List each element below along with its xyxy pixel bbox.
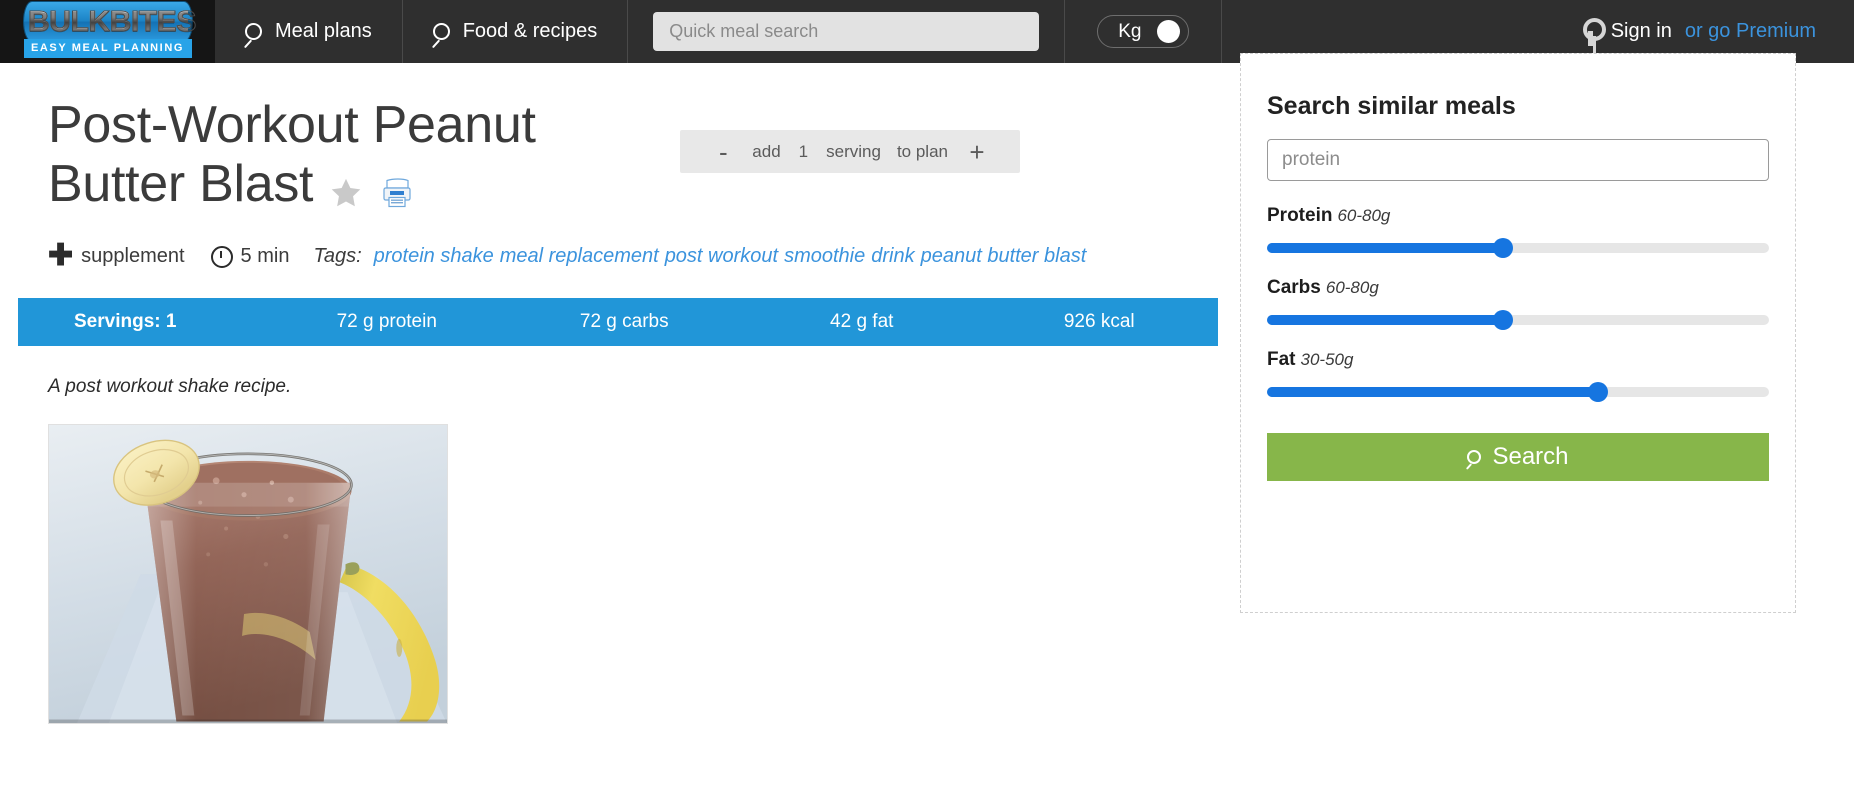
search-icon — [1467, 450, 1482, 464]
similar-meals-query-input[interactable] — [1267, 139, 1769, 181]
slider-track[interactable] — [1267, 238, 1769, 258]
slider-name: Fat — [1267, 349, 1296, 370]
quick-search-container — [628, 0, 1066, 63]
recipe-photo-image — [49, 424, 447, 723]
logo-tagline: EASY MEAL PLANNING — [23, 39, 192, 58]
nutrition-protein: 72 g protein — [336, 310, 437, 332]
slider-name: Carbs — [1267, 277, 1321, 298]
recipe-category: supplement — [81, 245, 185, 267]
page-body: Post-Workout Peanut Butter Blast - add 1… — [0, 53, 1854, 787]
unit-toggle[interactable]: Kg — [1097, 15, 1190, 48]
nutrition-servings: Servings: 1 — [74, 310, 177, 332]
nutrition-fat: 42 g fat — [830, 310, 894, 332]
print-icon[interactable] — [381, 178, 413, 208]
slider-group-fat: Fat 30-50g — [1267, 349, 1769, 402]
serving-to-plan-label: to plan — [896, 141, 948, 161]
slider-label: Fat 30-50g — [1267, 349, 1769, 371]
nav-item-meal-plans[interactable]: Meal plans — [215, 0, 403, 63]
slider-range: 60-80g — [1325, 278, 1379, 297]
decrease-serving-button[interactable]: - — [702, 139, 744, 165]
slider-knob[interactable] — [1588, 382, 1609, 402]
recipe-meta-row: ✚ supplement 5 min Tags: protein shake me… — [0, 214, 1238, 272]
serving-count[interactable]: 1 — [789, 142, 818, 162]
title-row: Post-Workout Peanut Butter Blast - add 1… — [0, 63, 1238, 214]
quick-search-input[interactable] — [653, 12, 1040, 51]
slider-range: 30-50g — [1300, 350, 1354, 369]
tag-link[interactable]: post workout — [665, 245, 778, 267]
nav-item-label: Meal plans — [275, 20, 372, 42]
slider-fill — [1267, 243, 1503, 253]
increase-serving-button[interactable]: + — [956, 139, 998, 165]
recipe-photo — [48, 423, 448, 724]
slider-knob[interactable] — [1492, 238, 1513, 258]
slider-group-carbs: Carbs 60-80g — [1267, 277, 1769, 330]
similar-meals-panel: Search similar meals Protein60-80gCarbs6… — [1240, 53, 1796, 613]
search-icon — [245, 23, 262, 40]
nav-item-label: Food & recipes — [462, 20, 598, 42]
similar-meals-search-button[interactable]: Search — [1267, 433, 1769, 481]
nav-item-food-recipes[interactable]: Food & recipes — [403, 0, 629, 63]
main-content-column: Post-Workout Peanut Butter Blast - add 1… — [0, 63, 1238, 724]
unit-toggle-container: Kg — [1065, 0, 1223, 63]
plus-icon: ✚ — [48, 238, 74, 272]
sign-in-link[interactable]: Sign in — [1611, 20, 1672, 43]
slider-label: Protein 60-80g — [1267, 205, 1769, 227]
serving-unit-label: serving — [826, 141, 881, 161]
slider-label: Carbs 60-80g — [1267, 277, 1769, 299]
tag-link[interactable]: meal replacement — [500, 245, 659, 267]
clock-icon — [210, 245, 233, 268]
serving-add-label: add — [752, 141, 781, 161]
search-button-label: Search — [1492, 443, 1569, 470]
key-icon — [1582, 17, 1606, 46]
site-logo[interactable]: BULKBITES EASY MEAL PLANNING — [0, 0, 215, 63]
slider-range: 60-80g — [1337, 206, 1391, 225]
tag-link[interactable]: protein shake — [374, 245, 494, 267]
macro-sliders: Protein 60-80g Carbs 60-80g Fat 30-50g — [1267, 205, 1769, 402]
nutrition-summary-bar: Servings: 1 72 g protein 72 g carbs 42 g… — [18, 297, 1218, 346]
serving-stepper: - add 1 serving to plan + — [680, 130, 1020, 173]
logo-plate: BULKBITES — [23, 2, 196, 41]
slider-group-protein: Protein 60-80g — [1267, 205, 1769, 258]
tag-link[interactable]: smoothie — [784, 245, 865, 267]
recipe-description: A post workout shake recipe. — [48, 375, 292, 397]
recipe-title-text: Post-Workout Peanut Butter Blast — [48, 96, 536, 213]
slider-fill — [1267, 315, 1503, 325]
nutrition-carbs: 72 g carbs — [579, 310, 669, 332]
tags-label: Tags: — [313, 245, 362, 267]
slider-fill — [1267, 387, 1599, 397]
unit-toggle-label: Kg — [1118, 20, 1142, 42]
search-icon — [432, 23, 450, 40]
tag-list: protein shake meal replacement post workou… — [374, 245, 1093, 268]
slider-track[interactable] — [1267, 382, 1769, 402]
tag-link[interactable]: drink — [871, 245, 914, 267]
slider-knob[interactable] — [1492, 310, 1513, 330]
slider-name: Protein — [1267, 205, 1333, 226]
tag-link[interactable]: peanut butter blast — [921, 245, 1087, 267]
nutrition-kcal: 926 kcal — [1063, 310, 1135, 332]
unit-toggle-knob[interactable] — [1157, 20, 1181, 43]
star-icon[interactable] — [327, 175, 365, 211]
recipe-time: 5 min — [240, 245, 290, 267]
slider-track[interactable] — [1267, 310, 1769, 330]
sidebar-title: Search similar meals — [1267, 92, 1516, 120]
page-title: Post-Workout Peanut Butter Blast — [48, 96, 680, 214]
go-premium-link[interactable]: or go Premium — [1685, 20, 1816, 43]
logo-wordmark: BULKBITES — [27, 6, 196, 38]
